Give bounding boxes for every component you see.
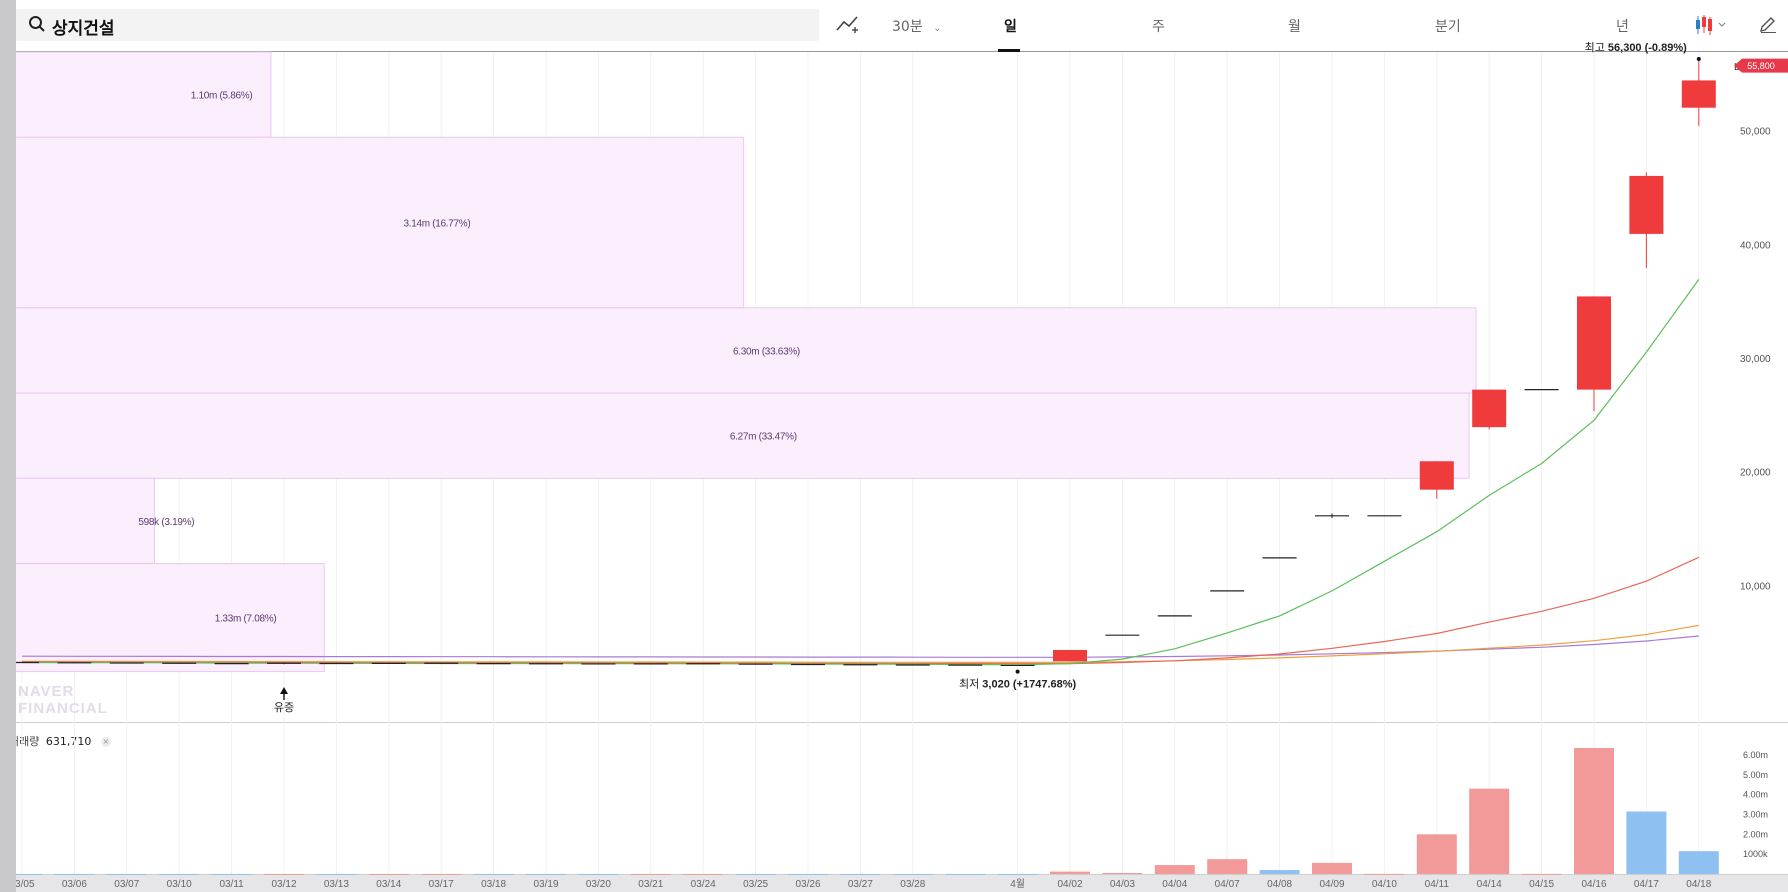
candle-body [1629,175,1664,234]
ma120-label: 120 [110,59,132,72]
stock-name[interactable]: 상지건설 [52,14,115,39]
volume-y-tick: 6.00m [1743,750,1768,760]
chart-type-select[interactable] [1694,14,1730,40]
volume-profile-bar [16,136,745,309]
volume-bar [1416,834,1457,874]
tab-quarter[interactable]: 분기 [1435,16,1461,36]
close-icon[interactable]: × [100,737,111,747]
profile-legend[interactable]: 매물분석도 7 × [138,57,225,73]
volume-bar [1574,747,1614,874]
tab-day[interactable]: 일 [1004,16,1017,36]
profile-legend-value: 7 [195,59,203,72]
volume-y-tick: 5.00m [1743,770,1768,780]
volume-profile-label: 1.33m (7.08%) [215,614,277,625]
candle-body [1681,80,1716,108]
x-axis-strip [16,874,1788,892]
watermark-text: FINANCIAL [18,700,108,717]
volume-profile-label: 598k (3.19%) [138,517,194,528]
ma20-label: 20 [69,59,84,72]
volume-bar [1207,859,1248,874]
volume-profile-bar [16,392,1470,479]
ma20-line [21,556,1700,665]
ma-legend[interactable]: 이동평균 5 20 60 120 × [16,57,154,73]
price-y-tick: 30,000 [1740,354,1771,365]
low-annotation: 최저 3,020 (+1747.68%) [959,678,1077,691]
price-chart[interactable]: 1.10m (5.86%) 3.14m (16.77%) 6.30m (33.63%… [16,0,1788,892]
price-y-tick: 50,000 [1740,127,1771,138]
volume-profile-label: 6.30m (33.63%) [733,346,800,357]
event-arrow-icon [280,687,288,694]
interval-select[interactable]: 30분 ⌄ [892,16,942,36]
interval-label: 30분 [892,19,923,35]
indicator-add-icon[interactable] [836,14,862,38]
scale-mode-label[interactable]: Linear [1734,62,1762,73]
volume-bar [1626,811,1667,874]
volume-bar [1469,788,1510,874]
volume-legend-value: 631,710 [45,735,92,748]
ma5-line [21,279,1700,666]
volume-y-tick: 4.00m [1743,790,1768,800]
price-y-tick: 10,000 [1740,581,1771,592]
tab-year[interactable]: 년 [1616,16,1629,36]
volume-profile-label: 6.27m (33.47%) [730,432,797,443]
volume-bar [1154,865,1195,874]
panel-divider [16,722,1788,723]
candle-body [1577,296,1611,390]
volume-profile-bar [16,477,156,565]
search-icon[interactable] [28,15,46,38]
tab-week[interactable]: 주 [1152,16,1165,36]
volume-profile-bar [16,307,1477,394]
candlestick-icon [1696,15,1726,35]
high-marker [1696,56,1701,61]
ma120-line [21,635,1699,658]
ma5-label: 5 [55,59,63,72]
candle-body [1472,389,1507,428]
volume-y-tick: 2.00m [1743,829,1768,839]
active-tab-indicator [998,49,1020,52]
volume-legend[interactable]: 거래량 631,710 × [16,733,114,749]
volume-profile-bar [16,563,325,673]
ma60-line [21,624,1699,664]
chart-window: 상지건설 30분 ⌄ 일 주 월 분기 년 이동평균 5 [16,0,1788,892]
candle-body [1053,649,1087,662]
ma60-label: 60 [89,59,104,72]
volume-profile-label: 3.14m (16.77%) [403,219,470,230]
volume-profile-label: 1.10m (5.86%) [191,91,253,102]
volume-y-tick: 3.00m [1743,809,1768,819]
tab-month[interactable]: 월 [1288,16,1301,36]
search-box[interactable]: 상지건설 [16,9,819,41]
volume-bar [1678,851,1719,874]
profile-legend-label: 매물분석도 [138,59,189,72]
chevron-down-icon: ⌄ [933,23,942,34]
event-annotation: 유증 [274,701,294,714]
volume-y-tick: 1000k [1743,849,1768,859]
watermark-text: NAVER [18,683,74,700]
toolbar: 상지건설 30분 ⌄ 일 주 월 분기 년 [16,0,1788,52]
ma-legend-label: 이동평균 [16,59,50,72]
volume-legend-label: 거래량 [16,735,40,748]
close-icon[interactable]: × [212,61,223,71]
pencil-icon[interactable] [1758,14,1778,38]
volume-bar [1312,862,1352,874]
candle-body [1419,461,1454,490]
low-marker [1015,669,1020,674]
price-y-tick: 40,000 [1740,240,1771,251]
price-y-tick: 20,000 [1740,468,1771,479]
